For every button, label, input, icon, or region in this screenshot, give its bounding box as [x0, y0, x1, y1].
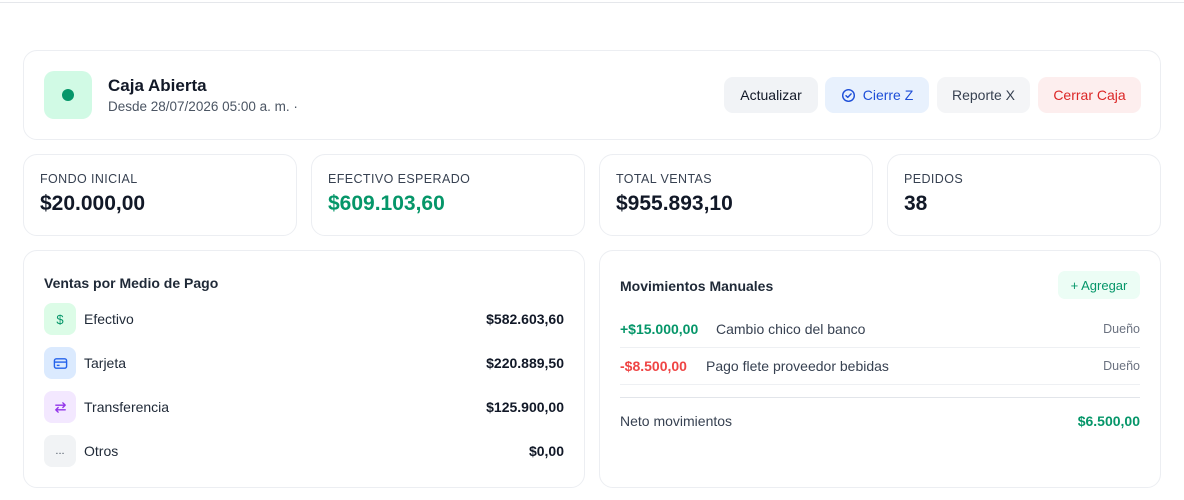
payment-label: Transferencia: [84, 399, 170, 415]
stat-label: PEDIDOS: [904, 172, 964, 186]
stat-label: EFECTIVO ESPERADO: [328, 172, 471, 186]
stat-value: $20.000,00: [40, 192, 146, 215]
close-register-button[interactable]: Cerrar Caja: [1038, 77, 1141, 113]
reporte-x-label: Reporte X: [951, 87, 1016, 103]
stat-card-initial-fund: FONDO INICIAL $20.000,00: [23, 154, 297, 236]
stat-label: TOTAL VENTAS: [616, 172, 713, 186]
reporte-x-button[interactable]: Reporte X: [937, 77, 1030, 113]
payment-amount: $220.889,50: [486, 355, 564, 371]
stat-card-expected-cash: EFECTIVO ESPERADO $609.103,60: [311, 154, 585, 236]
payment-amount: $125.900,00: [486, 399, 564, 415]
stat-label: FONDO INICIAL: [40, 172, 138, 186]
stat-value: 38: [904, 192, 928, 215]
payment-methods-card: Ventas por Medio de Pago $ Efectivo $582…: [23, 250, 585, 488]
net-movements-value: $6.500,00: [1077, 413, 1140, 429]
movement-description: Pago flete proveedor bebidas: [706, 358, 889, 374]
stat-card-orders: PEDIDOS 38: [887, 154, 1161, 236]
cierre-z-button[interactable]: Cierre Z: [825, 77, 929, 113]
transfer-arrows-icon: [44, 391, 76, 423]
payment-row-cash: $ Efectivo $582.603,60: [44, 303, 564, 337]
credit-card-icon: [44, 347, 76, 379]
add-movement-button[interactable]: + Agregar: [1058, 271, 1140, 299]
movement-user: Dueño: [1103, 322, 1140, 336]
dollar-icon: $: [44, 303, 76, 335]
ellipsis-icon: ...: [44, 435, 76, 467]
payment-row-other: ... Otros $0,00: [44, 435, 564, 469]
manual-movements-card: Movimientos Manuales + Agregar +$15.000,…: [599, 250, 1161, 488]
status-title: Caja Abierta: [108, 76, 207, 95]
check-circle-icon: [841, 88, 855, 102]
top-divider: [0, 2, 1184, 3]
movement-row: -$8.500,00 Pago flete proveedor bebidas …: [620, 348, 1140, 385]
register-status-card: Caja Abierta Desde 28/07/2026 05:00 a. m…: [23, 50, 1161, 140]
payment-label: Tarjeta: [84, 355, 127, 371]
movement-user: Dueño: [1103, 359, 1140, 373]
close-register-label: Cerrar Caja: [1053, 87, 1126, 103]
status-opened-since: Desde 28/07/2026 05:00 a. m. ·: [108, 99, 298, 114]
movement-amount: +$15.000,00: [620, 321, 699, 337]
refresh-button-label: Actualizar: [740, 87, 802, 103]
payment-row-transfer: Transferencia $125.900,00: [44, 391, 564, 425]
manual-movements-title: Movimientos Manuales: [620, 278, 774, 294]
payment-label: Efectivo: [84, 311, 134, 327]
movement-row: +$15.000,00 Cambio chico del banco Dueño: [620, 311, 1140, 348]
payment-amount: $582.603,60: [486, 311, 564, 327]
status-indicator-icon: [44, 71, 92, 119]
stat-value: $609.103,60: [328, 192, 445, 215]
stat-card-total-sales: TOTAL VENTAS $955.893,10: [599, 154, 873, 236]
payment-amount: $0,00: [528, 443, 564, 459]
cierre-z-label: Cierre Z: [862, 87, 914, 103]
stat-value: $955.893,10: [616, 192, 733, 215]
payment-label: Otros: [84, 443, 119, 459]
movement-amount: -$8.500,00: [620, 358, 687, 374]
payment-row-card: Tarjeta $220.889,50: [44, 347, 564, 381]
movement-description: Cambio chico del banco: [716, 321, 866, 337]
payment-methods-title: Ventas por Medio de Pago: [44, 275, 219, 291]
net-movements-label: Neto movimientos: [620, 413, 733, 429]
net-divider: [620, 397, 1140, 398]
refresh-button[interactable]: Actualizar: [724, 77, 818, 113]
